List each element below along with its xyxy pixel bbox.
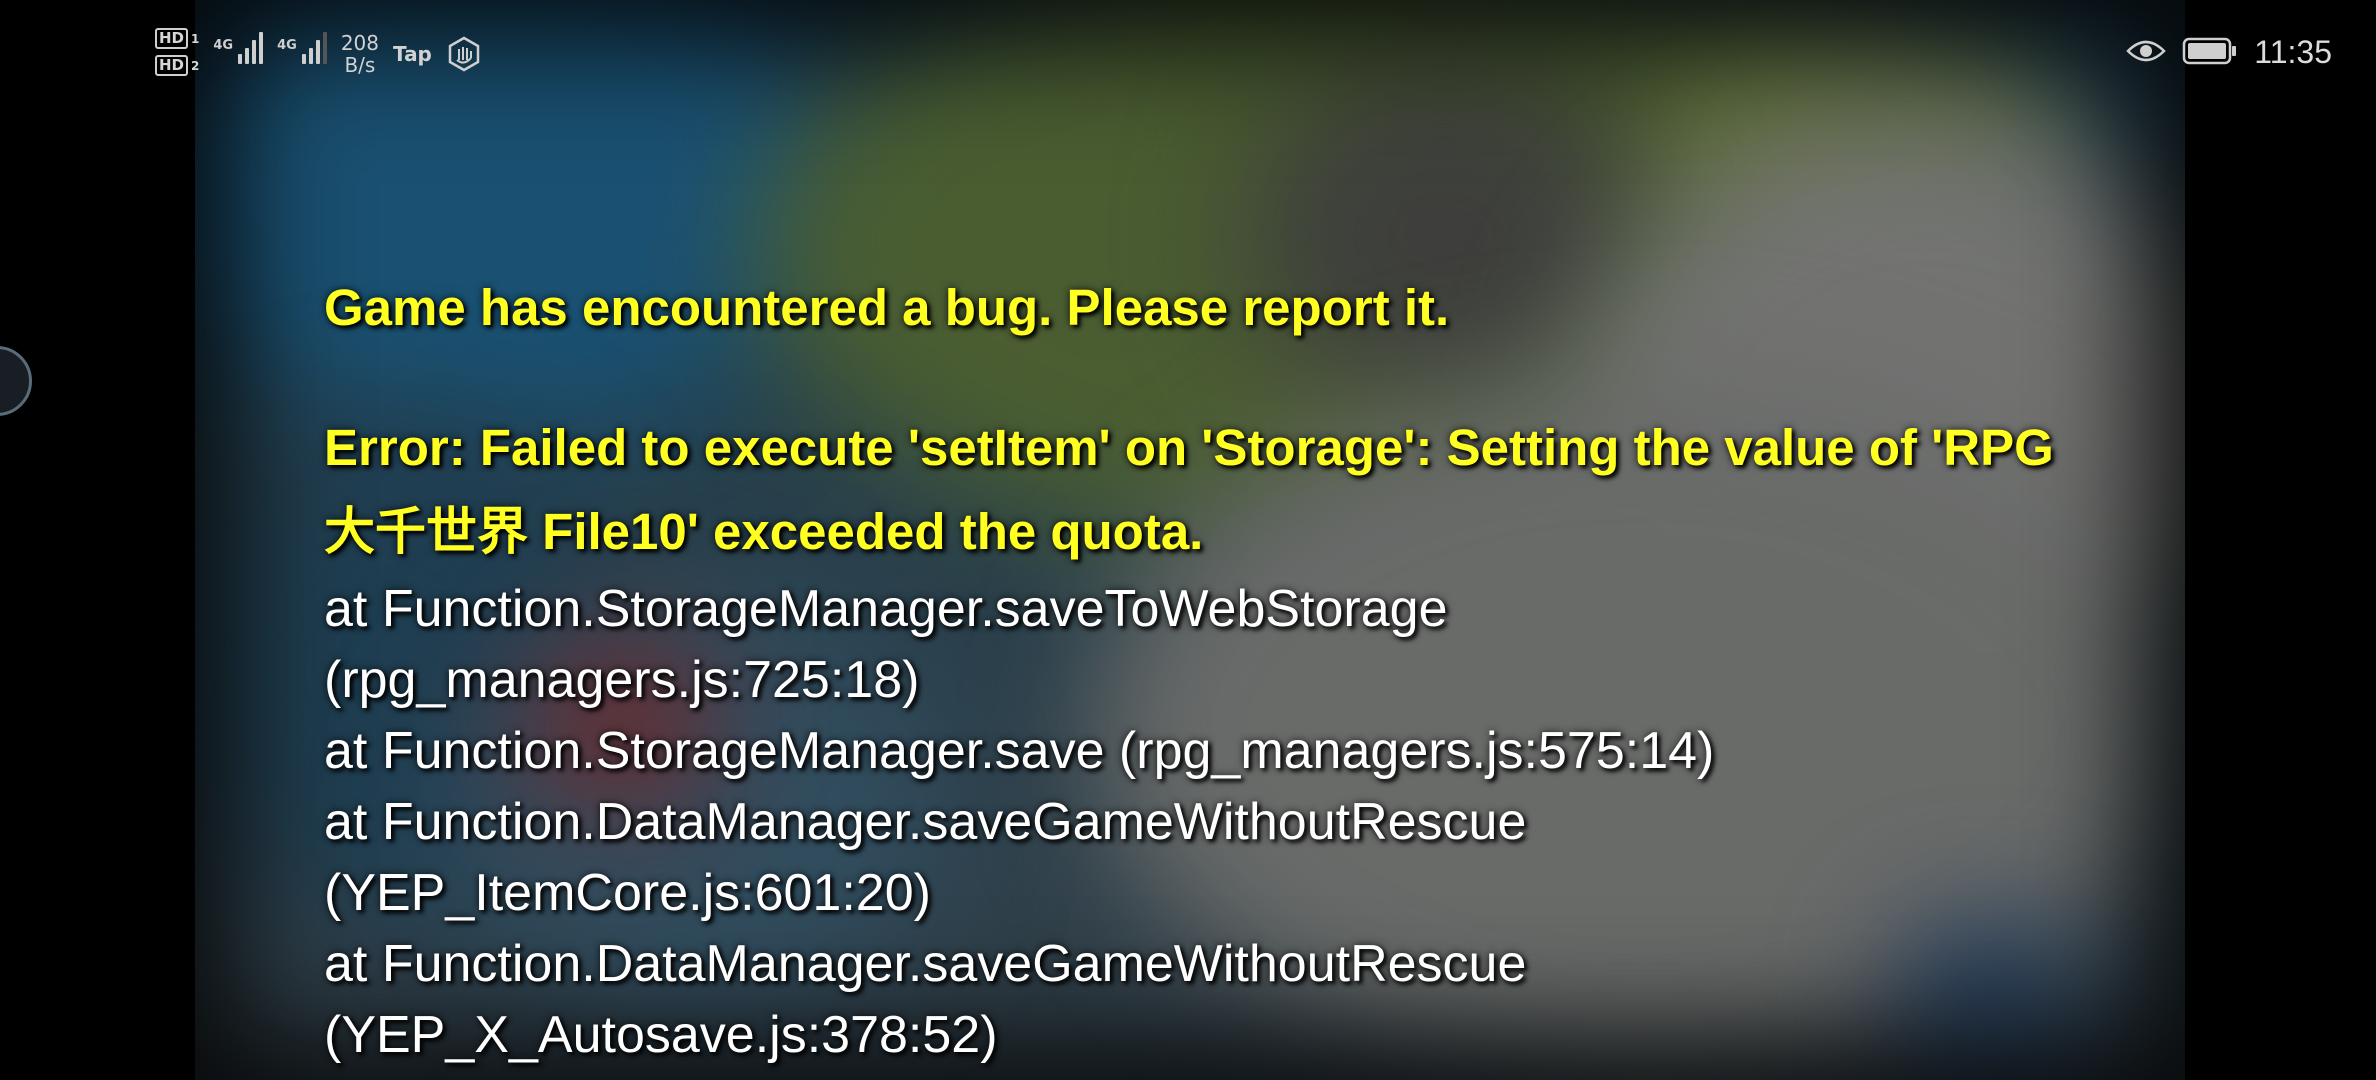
signal2-bar-3 bbox=[315, 40, 320, 64]
hand-icon bbox=[446, 36, 482, 76]
signal-icon-1: 4G bbox=[213, 28, 264, 64]
signal1-bar-2 bbox=[245, 48, 250, 64]
floating-assist-button[interactable] bbox=[0, 346, 32, 416]
network-speed: 208 B/s bbox=[341, 32, 379, 76]
hd2-label: HD bbox=[155, 55, 189, 76]
signal1-bar-4 bbox=[259, 32, 264, 64]
stack-line: (rpg_managers.js:725:18) bbox=[324, 651, 920, 709]
stack-line: at Function.StorageManager.save (rpg_man… bbox=[324, 722, 1715, 780]
hd1-sub: 1 bbox=[191, 31, 200, 46]
signal2-label: 4G bbox=[277, 38, 297, 53]
stack-line: (YEP_ItemCore.js:601:20) bbox=[324, 864, 931, 922]
hd-indicator-2: HD 2 bbox=[155, 55, 199, 76]
tap-label: Tap bbox=[393, 42, 432, 66]
signal1-bar-1 bbox=[238, 54, 243, 64]
error-title: Game has encountered a bug. Please repor… bbox=[324, 279, 1450, 336]
error-message: Error: Failed to execute 'setItem' on 'S… bbox=[324, 419, 2054, 560]
stack-line: (YEP_X_Autosave.js:378:52) bbox=[324, 1006, 998, 1064]
eye-icon bbox=[2126, 37, 2167, 69]
network-speed-value: 208 bbox=[340, 31, 379, 55]
hd-indicator-1: HD 1 bbox=[155, 28, 199, 49]
error-panel: Game has encountered a bug. Please repor… bbox=[324, 266, 2104, 1071]
hd-indicators: HD 1 HD 2 bbox=[155, 28, 199, 76]
network-speed-unit: B/s bbox=[344, 53, 376, 77]
signal2-bar-2 bbox=[308, 48, 313, 64]
signal1-bar-3 bbox=[252, 40, 257, 64]
status-bar-left: HD 1 HD 2 4G 4G 208 B/s Tap bbox=[155, 28, 482, 76]
battery-icon bbox=[2182, 36, 2238, 70]
stack-line: at Function.DataManager.saveGameWithoutR… bbox=[324, 935, 1527, 993]
hd1-label: HD bbox=[155, 28, 189, 49]
stack-line: at Function.DataManager.saveGameWithoutR… bbox=[324, 793, 1527, 851]
signal1-label: 4G bbox=[213, 38, 234, 53]
status-bar: HD 1 HD 2 4G 4G 208 B/s Tap 11:35 bbox=[0, 0, 2376, 110]
clock: 11:35 bbox=[2254, 34, 2332, 70]
signal2-bar-1 bbox=[301, 54, 306, 64]
error-stack-trace: at Function.StorageManager.saveToWebStor… bbox=[324, 574, 2104, 1071]
signal-icon-2: 4G bbox=[277, 28, 327, 64]
status-bar-right: 11:35 bbox=[2126, 34, 2332, 71]
screen: HD 1 HD 2 4G 4G 208 B/s Tap 11:35 Game h… bbox=[0, 0, 2376, 1080]
hd2-sub: 2 bbox=[191, 58, 200, 73]
stack-line: at Function.StorageManager.saveToWebStor… bbox=[324, 580, 1448, 638]
signal2-bar-4 bbox=[322, 32, 327, 64]
